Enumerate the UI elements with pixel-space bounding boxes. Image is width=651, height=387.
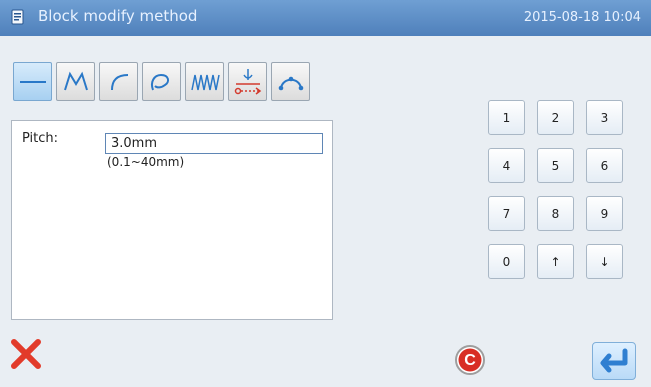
arc-mode-button[interactable] — [99, 62, 138, 101]
enter-icon — [600, 348, 628, 373]
straight-line-mode-button[interactable] — [13, 62, 52, 101]
key-down-arrow[interactable]: ↓ — [586, 244, 623, 279]
zigzag-mode-button[interactable] — [185, 62, 224, 101]
cancel-button[interactable] — [8, 336, 44, 372]
key-1[interactable]: 1 — [488, 100, 525, 135]
key-9[interactable]: 9 — [586, 196, 623, 231]
title-bar: Block modify method 2015-08-18 10:04 — [0, 0, 651, 36]
page-title: Block modify method — [38, 7, 198, 25]
key-up-arrow[interactable]: ↑ — [537, 244, 574, 279]
pitch-range: (0.1~40mm) — [107, 155, 185, 169]
key-4[interactable]: 4 — [488, 148, 525, 183]
key-0[interactable]: 0 — [488, 244, 525, 279]
arc-icon — [110, 73, 128, 90]
curve-icon — [150, 73, 169, 90]
curve-mode-button[interactable] — [142, 62, 181, 101]
key-8[interactable]: 8 — [537, 196, 574, 231]
method-toolbar — [13, 62, 310, 104]
enter-button[interactable] — [592, 342, 636, 380]
pitch-label: Pitch: — [22, 131, 59, 146]
cancel-icon — [11, 339, 41, 369]
key-6[interactable]: 6 — [586, 148, 623, 183]
clear-button-label: C — [464, 352, 476, 369]
timestamp: 2015-08-18 10:04 — [523, 10, 641, 25]
polyline-icon — [63, 71, 88, 90]
point-arc-mode-button[interactable] — [271, 62, 310, 101]
needle-feed-mode-button[interactable] — [228, 62, 267, 101]
numeric-keypad: 1 2 3 4 5 6 7 8 9 0 ↑ ↓ — [488, 100, 623, 280]
straight-line-icon — [19, 80, 46, 83]
parameter-panel: Pitch: 3.0mm (0.1~40mm) — [11, 120, 333, 320]
key-3[interactable]: 3 — [586, 100, 623, 135]
key-2[interactable]: 2 — [537, 100, 574, 135]
key-5[interactable]: 5 — [537, 148, 574, 183]
polyline-mode-button[interactable] — [56, 62, 95, 101]
clear-button[interactable]: C — [452, 342, 488, 378]
zigzag-icon — [190, 74, 220, 90]
needle-feed-icon — [234, 68, 261, 95]
clear-icon: C — [455, 345, 485, 375]
document-icon — [11, 9, 24, 25]
key-7[interactable]: 7 — [488, 196, 525, 231]
point-arc-icon — [278, 76, 303, 90]
pitch-input[interactable]: 3.0mm — [105, 133, 323, 154]
